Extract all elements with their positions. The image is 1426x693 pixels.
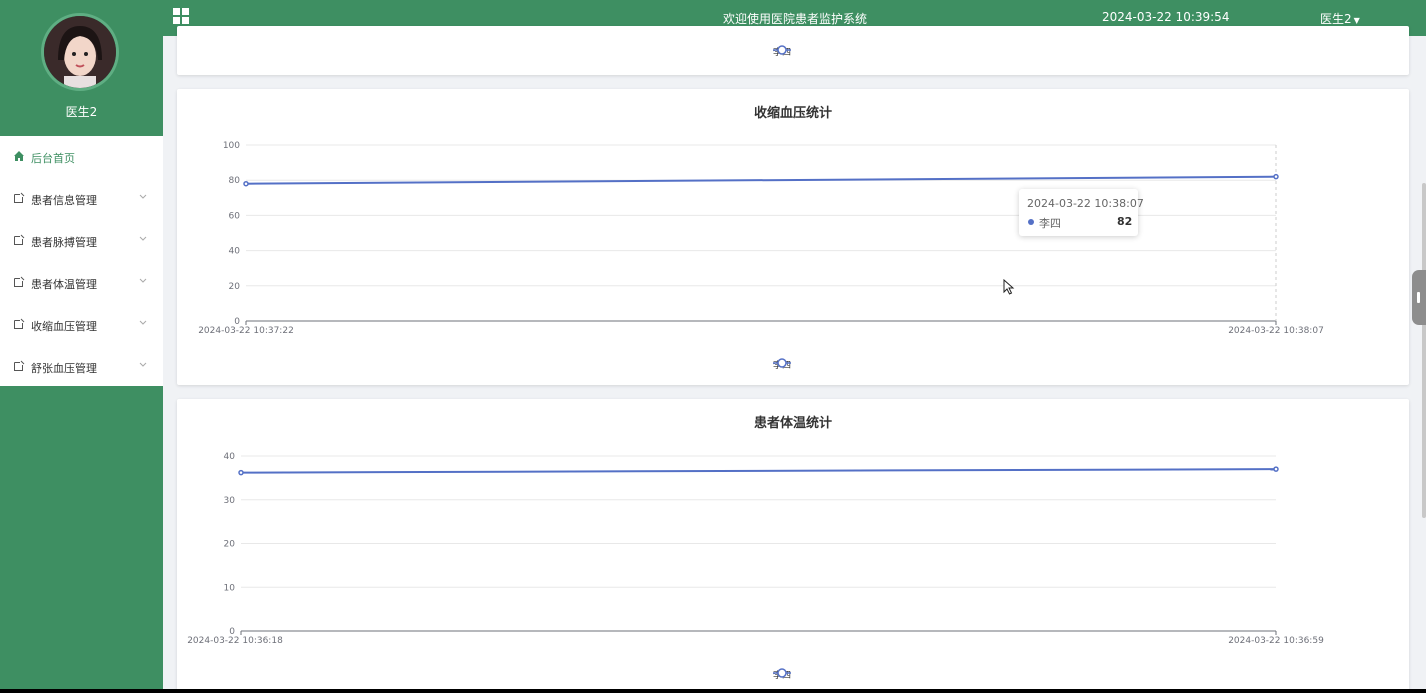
series-line (240, 468, 1277, 474)
handle-grip-icon (1417, 292, 1420, 303)
sidebar-item-label: 患者脉搏管理 (31, 236, 97, 249)
data-point (243, 180, 249, 187)
y-tick-label: 10 (224, 583, 236, 593)
scrollbar-thumb[interactable] (1422, 183, 1426, 518)
header-datetime: 2024-03-22 10:39:54 (1102, 10, 1230, 24)
chevron-down-icon (139, 320, 147, 325)
previous-chart-card: 李四 (177, 26, 1409, 75)
data-point (238, 469, 244, 476)
x-tick-label: 2024-03-22 10:38:07 (1228, 326, 1324, 336)
legend-line-icon (773, 668, 791, 678)
systolic-chart-card: 收缩血压统计 0 20 40 60 80 100 2024-03-22 10:37:22 20… (177, 89, 1409, 385)
sidebar-item-label: 患者信息管理 (31, 194, 97, 207)
chevron-down-icon (139, 362, 147, 367)
document-icon (14, 276, 25, 287)
chart-tooltip: 2024-03-22 10:38:07 李四 82 (1019, 189, 1144, 236)
header-title: 欢迎使用医院患者监护系统 (723, 12, 868, 26)
sidebar-item-label: 舒张血压管理 (31, 362, 97, 375)
y-tick-label: 20 (229, 282, 241, 292)
x-tick-label: 2024-03-22 10:36:18 (187, 636, 283, 646)
mouse-cursor-icon (1003, 279, 1015, 295)
y-tick-label: 100 (223, 141, 240, 151)
sidebar-item-pulse[interactable]: 患者脉搏管理 (0, 220, 163, 262)
tooltip-value: 82 (1117, 215, 1133, 228)
chevron-down-icon (139, 236, 147, 241)
sidebar: 医生2 后台首页 患者信息管理 患者脉搏管理 患者体温管理 收缩血压管理 舒张血… (0, 0, 163, 689)
side-drawer-handle[interactable] (1412, 270, 1426, 325)
app-window: 医生2 后台首页 患者信息管理 患者脉搏管理 患者体温管理 收缩血压管理 舒张血… (0, 0, 1426, 689)
chevron-down-icon (139, 278, 147, 283)
sidebar-item-label: 后台首页 (31, 152, 75, 165)
sidebar-username: 医生2 (65, 105, 98, 119)
user-name: 医生2 (1320, 12, 1352, 26)
x-tick-label: 2024-03-22 10:36:59 (1228, 636, 1324, 646)
sidebar-item-label: 收缩血压管理 (31, 320, 97, 333)
avatar-image (44, 16, 116, 88)
y-tick-label: 80 (229, 176, 241, 186)
sidebar-item-dashboard[interactable]: 后台首页 (0, 136, 163, 178)
data-point (1273, 173, 1279, 180)
user-menu[interactable]: 医生2 ▼ (1320, 10, 1360, 27)
document-icon (14, 360, 25, 371)
sidebar-item-label: 患者体温管理 (31, 278, 97, 291)
avatar[interactable] (41, 13, 119, 91)
sidebar-item-temperature[interactable]: 患者体温管理 (0, 262, 163, 304)
legend-line-icon (773, 45, 791, 55)
y-tick-label: 40 (224, 452, 236, 462)
data-point (1273, 466, 1279, 472)
chart-legend[interactable]: 李四 (773, 668, 791, 681)
y-tick-label: 30 (224, 496, 236, 506)
document-icon (14, 318, 25, 329)
x-tick-label: 2024-03-22 10:37:22 (198, 326, 294, 336)
grid-menu-icon[interactable] (173, 8, 189, 24)
temperature-line-chart: 0102030402024-03-22 10:36:18 2024-03-22 1… (187, 452, 1324, 646)
document-icon (14, 192, 25, 203)
profile-panel: 医生2 (0, 0, 163, 136)
y-tick-label: 60 (229, 211, 241, 221)
legend-line-icon (773, 358, 791, 368)
y-tick-label: 40 (229, 247, 241, 257)
tooltip-series-name: 李四 (1039, 217, 1061, 230)
home-icon (14, 151, 24, 161)
chart-legend[interactable]: 李四 (773, 45, 791, 58)
chevron-down-icon (139, 194, 147, 199)
sidebar-item-diastolic[interactable]: 舒张血压管理 (0, 346, 163, 388)
tooltip-time: 2024-03-22 10:38:07 (1027, 197, 1144, 210)
sidebar-item-systolic[interactable]: 收缩血压管理 (0, 304, 163, 346)
tooltip-series-dot (1028, 219, 1034, 225)
temperature-chart-card: 患者体温统计 0 10 20 30 40 2024-03-22 10:36:18 2024-… (177, 399, 1409, 689)
y-tick-label: 20 (224, 540, 236, 550)
chart-legend[interactable]: 李四 (773, 358, 791, 371)
document-icon (14, 234, 25, 245)
sidebar-item-patient-info[interactable]: 患者信息管理 (0, 178, 163, 220)
sidebar-menu: 后台首页 患者信息管理 患者脉搏管理 患者体温管理 收缩血压管理 舒张血压管理 (0, 136, 163, 386)
caret-down-icon: ▼ (1353, 16, 1360, 25)
systolic-line-chart: 0204060801002024-03-22 10:37:22 2024-03-2… (198, 141, 1324, 336)
